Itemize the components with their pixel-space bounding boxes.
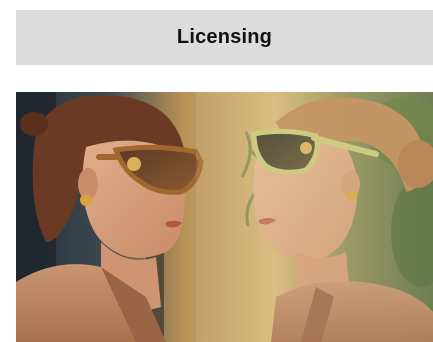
- hero-image: [16, 92, 433, 342]
- licensing-tab-button[interactable]: Licensing: [16, 10, 433, 65]
- licensing-section: Licensing: [0, 0, 433, 342]
- hero-photo-illustration: [16, 92, 433, 342]
- licensing-tab-label: Licensing: [176, 26, 273, 48]
